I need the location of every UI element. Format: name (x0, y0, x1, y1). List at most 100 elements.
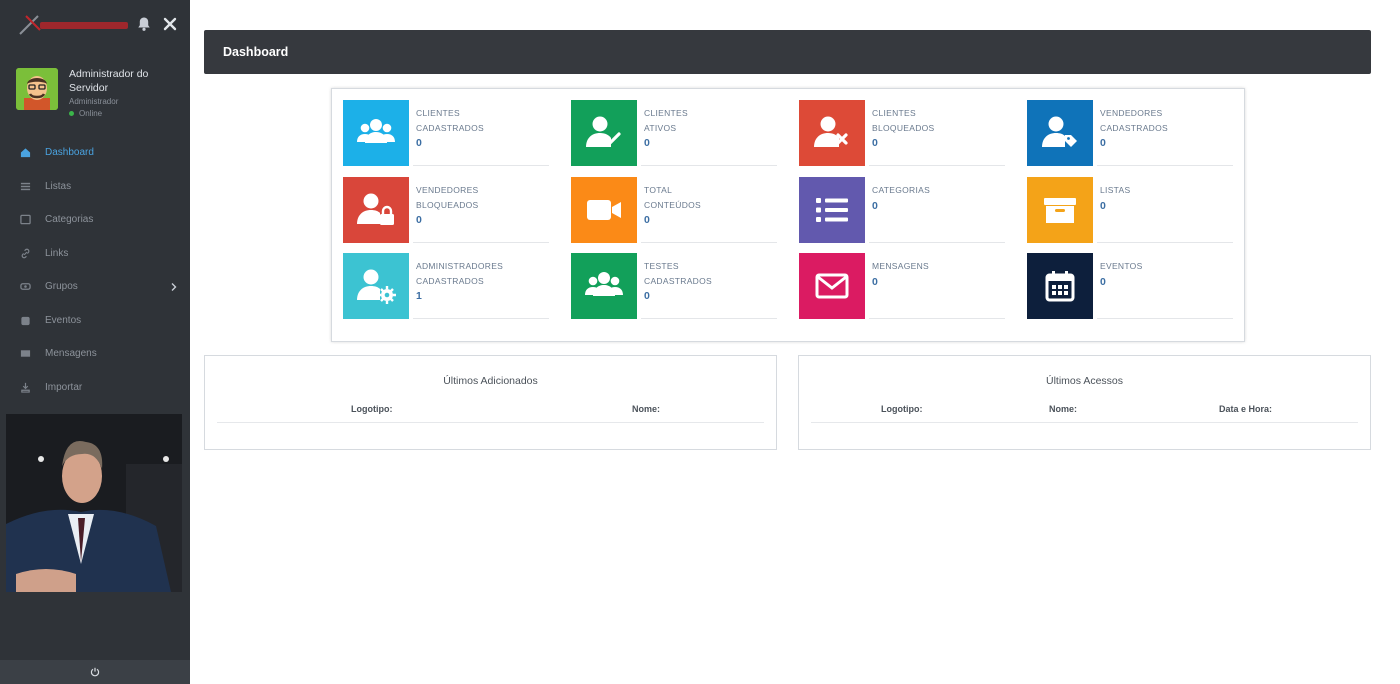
tile-mensagens[interactable]: MENSAGENS 0 (799, 253, 1005, 319)
tile-clientes-cadastrados[interactable]: CLIENTES CADASTRADOS 0 (343, 100, 549, 166)
tile-label: ADMINISTRADORES CADASTRADOS 1 (416, 259, 546, 304)
user-status: Online (69, 109, 159, 118)
page-header: Dashboard (204, 30, 1371, 74)
sidebar-item-label: Dashboard (45, 147, 94, 159)
sidebar-item-listas[interactable]: Listas (0, 170, 190, 204)
online-dot-icon (69, 111, 74, 116)
tile-value: 0 (872, 199, 879, 212)
sidebar-item-categorias[interactable]: Categorias (0, 203, 190, 237)
user-name: Administrador do Servidor (69, 68, 149, 94)
user-cog-icon (343, 253, 409, 319)
chevron-right-icon[interactable] (170, 282, 178, 292)
tile-label: EVENTOS 0 (1100, 259, 1230, 289)
link-icon (21, 248, 30, 259)
sidebar-item-label: Categorias (45, 214, 94, 226)
sidebar-item-grupos[interactable]: Grupos (0, 270, 190, 304)
tile-total-conteudos[interactable]: TOTAL CONTEÚDOS 0 (571, 177, 777, 243)
column-header-nome: Nome: (632, 404, 661, 414)
tile-eventos[interactable]: EVENTOS 0 (1027, 253, 1233, 319)
user-panel: Administrador do Servidor Administrador … (0, 50, 190, 122)
sidebar-item-label: Importar (45, 381, 83, 393)
sidebar-menu: Dashboard Listas Categorias Links Grupos (0, 136, 190, 404)
user-status-label: Online (79, 109, 103, 118)
tile-value: 0 (416, 214, 423, 226)
tile-administradores-cadastrados[interactable]: ADMINISTRADORES CADASTRADOS 1 (343, 253, 549, 319)
column-header-nome: Nome: (1049, 404, 1078, 414)
tile-value: 0 (416, 137, 423, 149)
user-times-icon (799, 100, 865, 166)
group-icon (20, 283, 31, 291)
sidebar-item-dashboard[interactable]: Dashboard (0, 136, 190, 170)
tile-label: VENDEDORES CADASTRADOS 0 (1100, 106, 1230, 151)
list-icon (20, 182, 31, 190)
column-header-logotipo: Logotipo: (351, 404, 393, 414)
logo-row (0, 0, 190, 50)
promo-video-thumbnail[interactable] (6, 414, 182, 592)
users-icon (343, 100, 409, 166)
tile-label: CATEGORIAS 0 (872, 183, 1002, 213)
page-title: Dashboard (223, 45, 289, 59)
tile-value: 0 (644, 137, 651, 149)
calendar-icon (21, 316, 30, 325)
tile-listas[interactable]: LISTAS 0 (1027, 177, 1233, 243)
sidebar-item-eventos[interactable]: Eventos (0, 304, 190, 338)
sidebar-item-label: Links (45, 247, 69, 259)
power-icon[interactable] (90, 667, 100, 677)
sidebar-item-mensagens[interactable]: Mensagens (0, 337, 190, 371)
tile-value: 0 (644, 290, 651, 302)
tile-value: 0 (872, 137, 879, 149)
envelope-icon (799, 253, 865, 319)
user-check-icon (571, 100, 637, 166)
latest-added-panel: Últimos Adicionados Logotipo: Nome: (204, 355, 777, 450)
archive-icon (1027, 177, 1093, 243)
tile-categorias[interactable]: CATEGORIAS 0 (799, 177, 1005, 243)
sidebar-item-label: Grupos (45, 281, 78, 293)
latest-access-title: Últimos Acessos (1045, 375, 1124, 387)
users-icon (571, 253, 637, 319)
tile-vendedores-cadastrados[interactable]: VENDEDORES CADASTRADOS 0 (1027, 100, 1233, 166)
bell-icon[interactable] (136, 16, 152, 32)
tile-label: LISTAS 0 (1100, 183, 1230, 213)
stats-card: CLIENTES CADASTRADOS 0 CLIENTES ATIVOS 0 CLI… (331, 88, 1245, 342)
calendar-icon (1027, 253, 1093, 319)
tile-clientes-bloqueados[interactable]: CLIENTES BLOQUEADOS 0 (799, 100, 1005, 166)
tile-testes-cadastrados[interactable]: TESTES CADASTRADOS 0 (571, 253, 777, 319)
tile-label: TOTAL CONTEÚDOS 0 (644, 183, 774, 228)
tile-value: 1 (416, 290, 423, 302)
sidebar-footer (0, 660, 190, 684)
tile-value: 0 (644, 214, 651, 226)
sidebar-item-label: Listas (45, 180, 72, 192)
tile-label: MENSAGENS 0 (872, 259, 1002, 289)
close-icon[interactable] (162, 16, 178, 32)
tile-value: 0 (1100, 137, 1107, 149)
app-root: Administrador do Servidor Administrador … (0, 0, 1400, 684)
main-content: Dashboard CLIENTES CADASTRADOS 0 CLIENTES A… (190, 0, 1400, 684)
list-icon (799, 177, 865, 243)
tile-clientes-ativos[interactable]: CLIENTES ATIVOS 0 (571, 100, 777, 166)
sidebar-item-links[interactable]: Links (0, 237, 190, 271)
folder-icon (20, 214, 31, 225)
sidebar-item-importar[interactable]: Importar (0, 371, 190, 405)
column-header-data-hora: Data e Hora: (1219, 404, 1273, 414)
avatar (16, 68, 58, 110)
user-role: Administrador (69, 97, 119, 106)
user-tag-icon (1027, 100, 1093, 166)
tile-vendedores-bloqueados[interactable]: VENDEDORES BLOQUEADOS 0 (343, 177, 549, 243)
user-lock-icon (343, 177, 409, 243)
sidebar-item-label: Eventos (45, 314, 82, 326)
tile-label: VENDEDORES BLOQUEADOS 0 (416, 183, 546, 228)
latest-added-title: Últimos Adicionados (443, 375, 538, 387)
mail-icon (20, 350, 31, 357)
sidebar: Administrador do Servidor Administrador … (0, 0, 190, 684)
tile-label: CLIENTES CADASTRADOS 0 (416, 106, 546, 151)
tile-value: 0 (1100, 275, 1107, 288)
home-icon (20, 148, 31, 158)
tile-label: TESTES CADASTRADOS 0 (644, 259, 774, 304)
tile-label: CLIENTES ATIVOS 0 (644, 106, 774, 151)
tile-value: 0 (1100, 199, 1107, 212)
latest-access-panel: Últimos Acessos Logotipo: Nome: Data e H… (798, 355, 1371, 450)
sidebar-item-label: Mensagens (45, 348, 97, 360)
brand-logo[interactable] (18, 12, 130, 38)
import-icon (21, 382, 30, 393)
video-icon (571, 177, 637, 243)
